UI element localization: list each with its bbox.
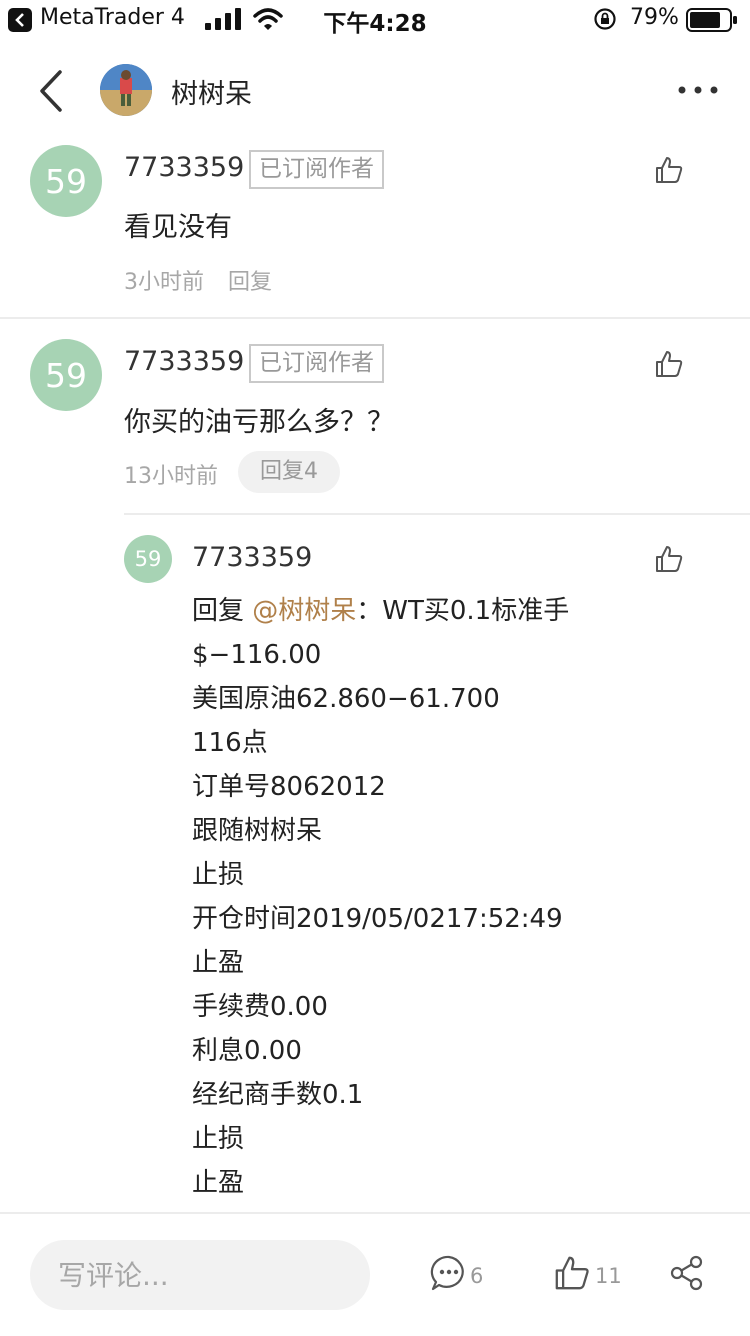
thumbs-up-icon[interactable]: [654, 544, 684, 574]
chevron-left-icon[interactable]: [34, 68, 70, 114]
comment-count-button[interactable]: 6: [430, 1254, 490, 1294]
reply-line: 订单号8062012: [192, 772, 386, 802]
bottom-bar: 6 11: [0, 1212, 750, 1336]
reply-avatar[interactable]: 59: [124, 535, 172, 583]
reply-line: $−116.00: [192, 640, 322, 670]
thumbs-up-icon[interactable]: [654, 349, 684, 379]
like-count: 11: [595, 1264, 622, 1288]
commenter-username[interactable]: 7733359: [124, 346, 244, 377]
reply-line: 116点: [192, 728, 268, 758]
comment-count: 6: [470, 1264, 484, 1288]
reply-first-line: 回复 @树树呆：WT买0.1标准手: [192, 589, 569, 633]
comment-icon: [430, 1255, 464, 1291]
comment-time: 13小时前: [124, 464, 218, 489]
comment-text: 你买的油亏那么多？？: [124, 407, 394, 438]
reply-button[interactable]: 回复: [228, 264, 272, 296]
reply-line: 经纪商手数0.1: [192, 1080, 364, 1110]
subscriber-badge: 已订阅作者: [249, 344, 384, 383]
reply-line: 开仓时间2019/05/0217:52:49: [192, 904, 563, 934]
reply-line: 跟随树树呆: [192, 816, 323, 846]
reply-prefix: 回复: [192, 596, 253, 626]
subscriber-badge: 已订阅作者: [249, 150, 384, 189]
reply-body: 回复 @树树呆：WT买0.1标准手 $−116.00 美国原油62.860−61…: [192, 589, 569, 1205]
comment-text: 看见没有: [124, 212, 232, 243]
commenter-avatar[interactable]: 59: [30, 145, 102, 217]
page-title: 树树呆: [171, 79, 252, 110]
comment-time: 3小时前: [124, 270, 204, 295]
reply-line: 手续费0.00: [192, 992, 328, 1022]
reply-line: 止盈: [192, 1168, 245, 1198]
reply-first-line-text: ：WT买0.1标准手: [356, 596, 570, 626]
share-icon: [670, 1255, 703, 1291]
battery-icon: [686, 8, 737, 32]
reply-line: 美国原油62.860−61.700: [192, 684, 500, 714]
reply-line: 止盈: [192, 948, 245, 978]
like-count-button[interactable]: 11: [553, 1254, 623, 1294]
mention-link[interactable]: @树树呆: [252, 596, 356, 626]
divider: [0, 317, 750, 319]
divider: [124, 513, 750, 515]
replies-count-button[interactable]: 回复4: [238, 451, 340, 493]
reply-line: 利息0.00: [192, 1036, 302, 1066]
status-bar: MetaTrader 4 下午4:28 79%: [0, 0, 750, 40]
nav-bar: 树树呆: [0, 48, 750, 134]
share-button[interactable]: [668, 1254, 708, 1294]
orientation-lock-icon: [594, 8, 616, 30]
reply-username[interactable]: 7733359: [192, 542, 312, 573]
thumbs-up-icon[interactable]: [654, 155, 684, 185]
reply-line: 止损: [192, 860, 245, 890]
reply-line: 止损: [192, 1124, 245, 1154]
battery-percentage: 79%: [630, 5, 679, 30]
thumbs-up-icon: [555, 1256, 589, 1290]
comment-input[interactable]: [30, 1240, 370, 1310]
commenter-avatar[interactable]: 59: [30, 339, 102, 411]
commenter-username[interactable]: 7733359: [124, 152, 244, 183]
author-avatar[interactable]: [100, 64, 152, 116]
more-icon[interactable]: [675, 78, 721, 102]
